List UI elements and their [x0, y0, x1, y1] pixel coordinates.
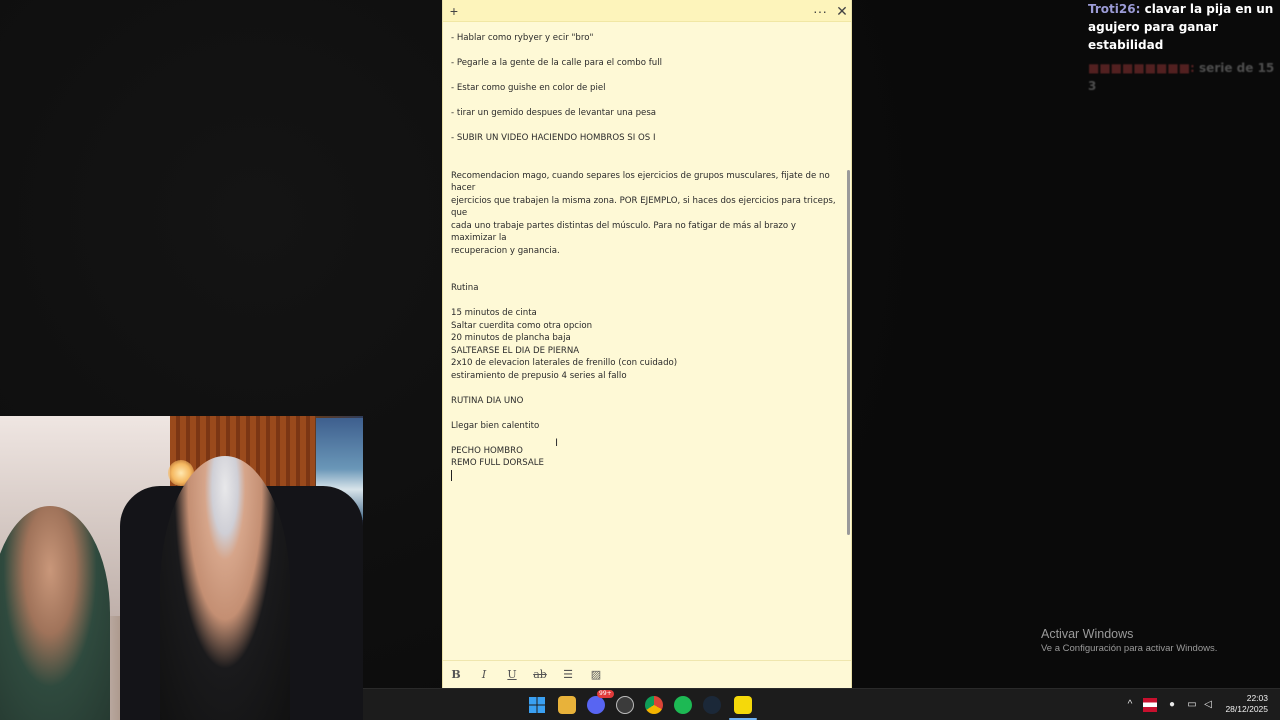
- format-toolbar: B I U ab ☰ ▨: [443, 660, 851, 688]
- note-blank-line: [451, 382, 839, 395]
- note-line: RUTINA DIA UNO: [451, 395, 524, 406]
- note-line: 15 minutos de cinta: [451, 308, 537, 318]
- close-icon[interactable]: ✕: [833, 2, 851, 20]
- note-line: - Estar como guishe en color de piel: [451, 83, 606, 93]
- obs-icon[interactable]: [616, 696, 634, 714]
- text-caret: [451, 469, 839, 483]
- note-blank-line: [451, 95, 839, 108]
- microphone-icon[interactable]: ●: [1165, 698, 1179, 712]
- note-blank-line: [451, 407, 839, 420]
- note-line: - Hablar como rybyer y ecir "bro": [451, 33, 594, 43]
- note-titlebar[interactable]: + ··· ✕: [443, 0, 851, 22]
- note-blank-line: [451, 157, 839, 170]
- note-line: SALTEARSE EL DIA DE PIERNA: [451, 345, 580, 356]
- note-line: 20 minutos de plancha baja: [451, 333, 571, 343]
- note-blank-line: [451, 45, 839, 58]
- watermark-title: Activar Windows: [1041, 627, 1134, 641]
- discord-badge: 99+: [597, 690, 614, 698]
- note-line: Saltar cuerdita como otra opcion: [451, 320, 593, 331]
- note-line: Rutina: [451, 283, 479, 293]
- chevron-up-icon[interactable]: ^: [1123, 698, 1137, 712]
- webcam-feed: [0, 416, 363, 720]
- note-line: - Pegarle a la gente de la calle para el…: [451, 58, 662, 68]
- underline-button[interactable]: U: [504, 667, 520, 683]
- activation-watermark: Activar Windows Ve a Configuración para …: [1041, 626, 1217, 656]
- clock-date: 28/12/2025: [1225, 704, 1268, 714]
- note-line: - SUBIR UN VIDEO HACIENDO HOMBROS SI OS …: [451, 133, 656, 143]
- chat-message: Troti26: clavar la pija en un agujero pa…: [1088, 0, 1280, 54]
- steam-icon[interactable]: [703, 696, 721, 714]
- strikethrough-button[interactable]: ab: [532, 667, 548, 683]
- network-icon[interactable]: ▭: [1185, 698, 1199, 712]
- webcam-person-right: [160, 456, 290, 720]
- note-blank-line: [451, 270, 839, 283]
- note-line: Recomendacion mago, cuando separes los e…: [451, 170, 833, 194]
- italic-button[interactable]: I: [476, 667, 492, 683]
- note-line: estiramiento de prepusio 4 series al fal…: [451, 370, 627, 381]
- insert-image-button[interactable]: ▨: [588, 667, 604, 683]
- file-explorer-icon[interactable]: [558, 696, 576, 714]
- start-menu-icon[interactable]: [528, 696, 546, 714]
- volume-icon[interactable]: ◁: [1201, 698, 1215, 712]
- note-line: Llegar bien calentito: [451, 420, 540, 431]
- watermark-subtitle: Ve a Configuración para activar Windows.: [1041, 643, 1218, 654]
- note-blank-line: [451, 120, 839, 133]
- note-blank-line: [451, 145, 839, 158]
- note-line: PECHO HOMBRO: [451, 445, 523, 456]
- note-line: cada uno trabaje partes distintas del mú…: [451, 220, 799, 244]
- note-line: 2x10 de elevacion laterales de frenillo …: [451, 358, 678, 368]
- spotify-icon[interactable]: [674, 696, 692, 714]
- note-line: recuperacion y ganancia.: [451, 245, 560, 256]
- note-line: REMO FULL DORSALE: [451, 458, 544, 468]
- note-text-area[interactable]: - Hablar como rybyer y ecir "bro" - Pegar…: [451, 32, 839, 654]
- flag-icon[interactable]: [1143, 698, 1157, 712]
- note-line: - tirar un gemido despues de levantar un…: [451, 108, 657, 118]
- more-options-icon[interactable]: ···: [811, 2, 829, 20]
- chat-username-hidden: ■■■■■■■■■:: [1088, 61, 1195, 75]
- note-blank-line: [451, 70, 839, 83]
- note-line: ejercicios que trabajen la misma zona. P…: [451, 195, 839, 219]
- chat-message-faded: ■■■■■■■■■: serie de 15 3: [1088, 59, 1280, 95]
- note-blank-line: [451, 295, 839, 308]
- sticky-note-window[interactable]: + ··· ✕ - Hablar como rybyer y ecir "bro…: [442, 0, 852, 688]
- taskbar: 99+ ^ ● ▭ ◁ 22:03 28/12/2025: [363, 688, 1280, 720]
- chat-overlay: Troti26: clavar la pija en un agujero pa…: [1088, 0, 1280, 110]
- add-note-icon[interactable]: +: [445, 2, 463, 20]
- chat-username: Troti26:: [1088, 2, 1141, 16]
- bold-button[interactable]: B: [448, 667, 464, 683]
- clock-time: 22:03: [1246, 693, 1268, 703]
- system-clock[interactable]: 22:03 28/12/2025: [1225, 693, 1268, 715]
- chrome-icon[interactable]: [645, 696, 663, 714]
- note-blank-line: [451, 432, 839, 445]
- note-blank-line: [451, 257, 839, 270]
- discord-icon[interactable]: 99+: [587, 690, 614, 714]
- bullet-list-button[interactable]: ☰: [560, 667, 576, 683]
- sticky-notes-icon[interactable]: [734, 696, 752, 714]
- text-cursor-icon: I: [555, 437, 559, 449]
- note-scrollbar[interactable]: [847, 170, 850, 535]
